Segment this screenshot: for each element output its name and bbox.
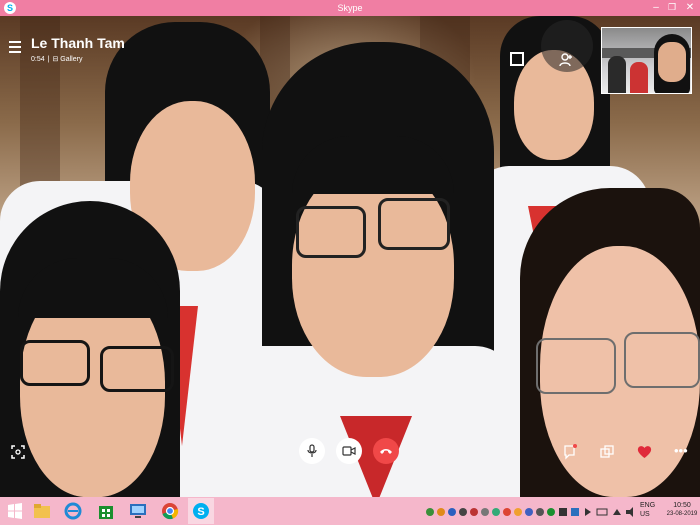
restore-button[interactable]: ❐	[664, 0, 680, 16]
heart-reaction-icon[interactable]	[637, 445, 652, 459]
system-tray-icons[interactable]	[425, 505, 635, 517]
window-titlebar: S Skype – ❐ ✕	[0, 0, 700, 16]
video-camera-icon	[342, 446, 356, 456]
store-icon[interactable]	[95, 500, 117, 522]
self-view-preview[interactable]	[601, 27, 692, 94]
windows-taskbar: S ENG US 10:50 23-08-2019	[0, 497, 700, 525]
language-code: ENG	[640, 502, 656, 509]
chrome-icon[interactable]	[159, 500, 181, 522]
windows-start-icon[interactable]	[4, 500, 26, 522]
end-call-button[interactable]	[373, 438, 399, 464]
call-info: 0:54 | ⊟ Gallery	[31, 55, 82, 63]
window-title: Skype	[337, 3, 363, 13]
tray-icons	[426, 507, 633, 517]
file-explorer-icon[interactable]	[31, 500, 53, 522]
microphone-icon	[307, 444, 317, 457]
snapshot-icon[interactable]	[11, 445, 25, 459]
chat-icon[interactable]	[563, 444, 577, 460]
region-code: US	[640, 511, 650, 518]
caller-name: Le Thanh Tam	[31, 35, 125, 51]
language-indicator[interactable]: ENG US	[640, 502, 655, 518]
more-options-icon[interactable]: •••	[674, 443, 688, 458]
share-screen-icon[interactable]	[600, 445, 614, 459]
end-call-icon	[380, 449, 392, 454]
remote-video-feed	[0, 16, 700, 497]
view-mode-label[interactable]: Gallery	[60, 56, 82, 63]
skype-taskbar-active[interactable]: S	[188, 498, 214, 524]
minimize-button[interactable]: –	[648, 0, 664, 16]
internet-explorer-icon[interactable]	[62, 500, 84, 522]
call-duration: 0:54	[31, 56, 45, 63]
fullscreen-icon[interactable]	[510, 52, 524, 66]
clock-time: 10:50	[673, 502, 691, 509]
video-toggle-button[interactable]	[336, 438, 362, 464]
mute-button[interactable]	[299, 438, 325, 464]
skype-icon: S	[193, 503, 209, 519]
svg-text:S: S	[197, 506, 204, 518]
this-pc-icon[interactable]	[127, 500, 149, 522]
clock[interactable]: 10:50 23-08-2019	[665, 502, 699, 517]
add-person-icon[interactable]	[558, 52, 574, 68]
menu-icon[interactable]	[9, 41, 21, 56]
clock-date: 23-08-2019	[666, 511, 698, 517]
close-button[interactable]: ✕	[682, 0, 698, 16]
separator: |	[47, 56, 50, 63]
